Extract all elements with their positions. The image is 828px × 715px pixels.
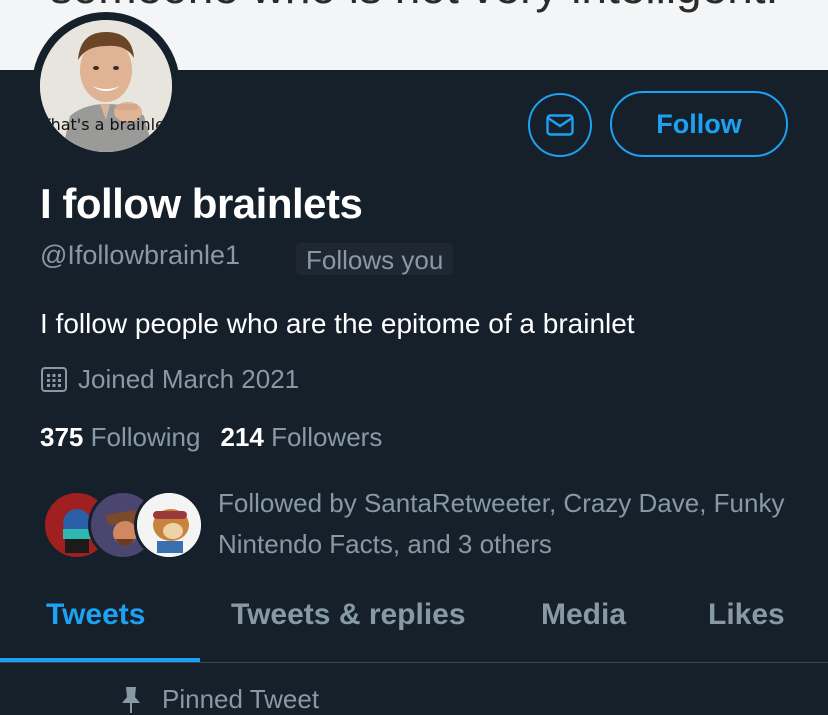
profile-bio: I follow people who are the epitome of a… xyxy=(40,308,635,339)
avatar-image: That's a brainlet xyxy=(40,20,172,152)
follow-counts: 375 Following 214 Followers xyxy=(40,422,382,453)
followed-by-text[interactable]: Followed by SantaRetweeter, Crazy Dave, … xyxy=(218,483,798,565)
pin-icon xyxy=(120,685,142,715)
tab-tweets[interactable]: Tweets xyxy=(46,598,145,642)
following-link[interactable]: 375 Following xyxy=(40,422,200,452)
tabs-divider xyxy=(0,662,828,663)
followers-label: Followers xyxy=(271,422,383,452)
profile-tabs: Tweets Tweets & replies Media Likes xyxy=(0,588,828,662)
display-name: I follow brainlets xyxy=(40,180,363,227)
message-button[interactable] xyxy=(528,93,592,157)
follower-avatar xyxy=(134,490,204,560)
banner-text: someone who is not very intelligent. xyxy=(0,0,828,14)
followers-link[interactable]: 214 Followers xyxy=(220,422,382,452)
joined-date: Joined March 2021 xyxy=(40,362,299,396)
pinned-tweet-header: Pinned Tweet xyxy=(120,684,319,715)
tab-likes[interactable]: Likes xyxy=(708,598,785,642)
tab-tweets-replies[interactable]: Tweets & replies xyxy=(231,598,466,642)
tab-media[interactable]: Media xyxy=(541,598,626,642)
joined-text: Joined March 2021 xyxy=(78,363,300,394)
follow-button[interactable]: Follow xyxy=(610,91,788,157)
following-count: 375 xyxy=(40,422,84,452)
following-label: Following xyxy=(90,422,201,452)
username-handle: @Ifollowbrainle1 xyxy=(40,240,241,270)
envelope-icon xyxy=(546,114,574,136)
avatar-caption: That's a brainlet xyxy=(40,115,172,134)
followed-by-avatars[interactable] xyxy=(42,490,204,560)
calendar-icon xyxy=(40,365,68,393)
followers-count: 214 xyxy=(220,422,264,452)
pinned-label: Pinned Tweet xyxy=(162,684,320,714)
follows-you-badge: Follows you xyxy=(296,243,454,275)
profile-avatar[interactable]: That's a brainlet xyxy=(32,12,180,160)
